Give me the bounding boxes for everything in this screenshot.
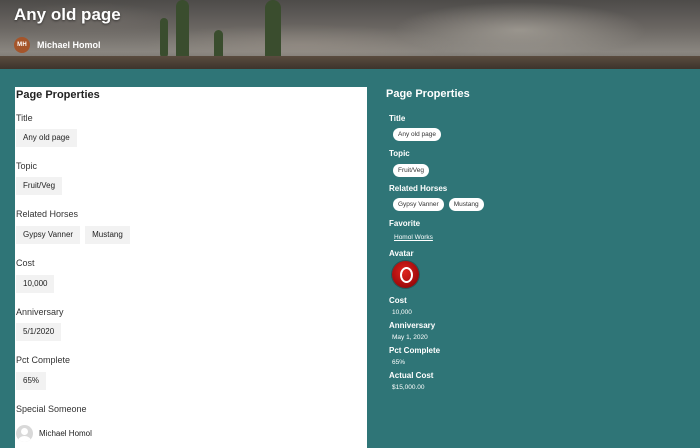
person-icon (16, 425, 33, 442)
property-value-title: Any old page (393, 128, 446, 141)
field-label-related-horses: Related Horses (16, 209, 79, 219)
property-label-topic: Topic (389, 149, 410, 158)
value-chip: Gypsy Vanner (16, 226, 81, 244)
property-label-pct-complete: Pct Complete (389, 346, 441, 355)
value-chip: 65% (16, 372, 47, 390)
field-value-topic: Fruit/Veg (16, 177, 67, 195)
field-label-pct-complete: Pct Complete (16, 355, 71, 365)
value-chip: Any old page (16, 129, 77, 147)
value-pill: Any old page (393, 128, 441, 141)
cactus-image (160, 18, 168, 58)
property-value-cost: 10,000 (392, 309, 412, 316)
field-label-anniversary: Anniversary (16, 307, 64, 317)
value-pill: Gypsy Vanner (393, 198, 444, 211)
field-label-cost: Cost (16, 258, 35, 268)
field-label-special-someone: Special Someone (16, 404, 87, 414)
value-chip: 5/1/2020 (16, 323, 62, 341)
value-pill: Fruit/Veg (393, 164, 430, 177)
field-value-anniversary: 5/1/2020 (16, 323, 66, 341)
property-value-topic: Fruit/Veg (393, 164, 434, 177)
field-value-cost: 10,000 (16, 275, 59, 293)
property-label-related-horses: Related Horses (389, 184, 448, 193)
property-label-favorite: Favorite (389, 219, 421, 228)
author-byline[interactable]: MH Michael Homol (14, 37, 101, 53)
banner-ground (0, 56, 700, 69)
header-banner: Any old page MH Michael Homol (0, 0, 700, 69)
property-label-title: Title (389, 114, 406, 123)
panel-title: Page Properties (16, 89, 100, 101)
property-label-cost: Cost (389, 296, 407, 305)
field-value-special-someone[interactable]: Michael Homol (16, 425, 92, 442)
property-label-avatar: Avatar (389, 249, 414, 258)
property-label-anniversary: Anniversary (389, 321, 436, 330)
value-chip: 10,000 (16, 275, 55, 293)
field-label-title: Title (16, 113, 33, 123)
avatar: MH (14, 37, 30, 53)
favorite-link[interactable]: Homol Works (394, 234, 433, 241)
author-name: Michael Homol (37, 40, 101, 50)
value-pill: Mustang (448, 198, 484, 211)
webpart-title: Page Properties (386, 88, 470, 100)
value-chip: Fruit/Veg (16, 177, 63, 195)
property-value-actual-cost: $15,000.00 (392, 384, 425, 391)
property-label-actual-cost: Actual Cost (389, 371, 434, 380)
field-value-title: Any old page (16, 129, 82, 147)
page-properties-panel: Page Properties Title Any old page Topic… (15, 87, 367, 448)
value-chip: Mustang (85, 226, 130, 244)
field-value-pct-complete: 65% (16, 372, 51, 390)
property-value-anniversary: May 1, 2020 (392, 334, 428, 341)
property-value-related-horses: Gypsy Vanner Mustang (393, 198, 489, 211)
field-value-related-horses: Gypsy Vanner Mustang (16, 226, 135, 244)
avatar-image (392, 261, 419, 288)
property-value-pct-complete: 65% (392, 359, 406, 366)
page-title: Any old page (14, 5, 121, 24)
field-label-topic: Topic (16, 161, 38, 171)
person-name: Michael Homol (39, 429, 92, 438)
